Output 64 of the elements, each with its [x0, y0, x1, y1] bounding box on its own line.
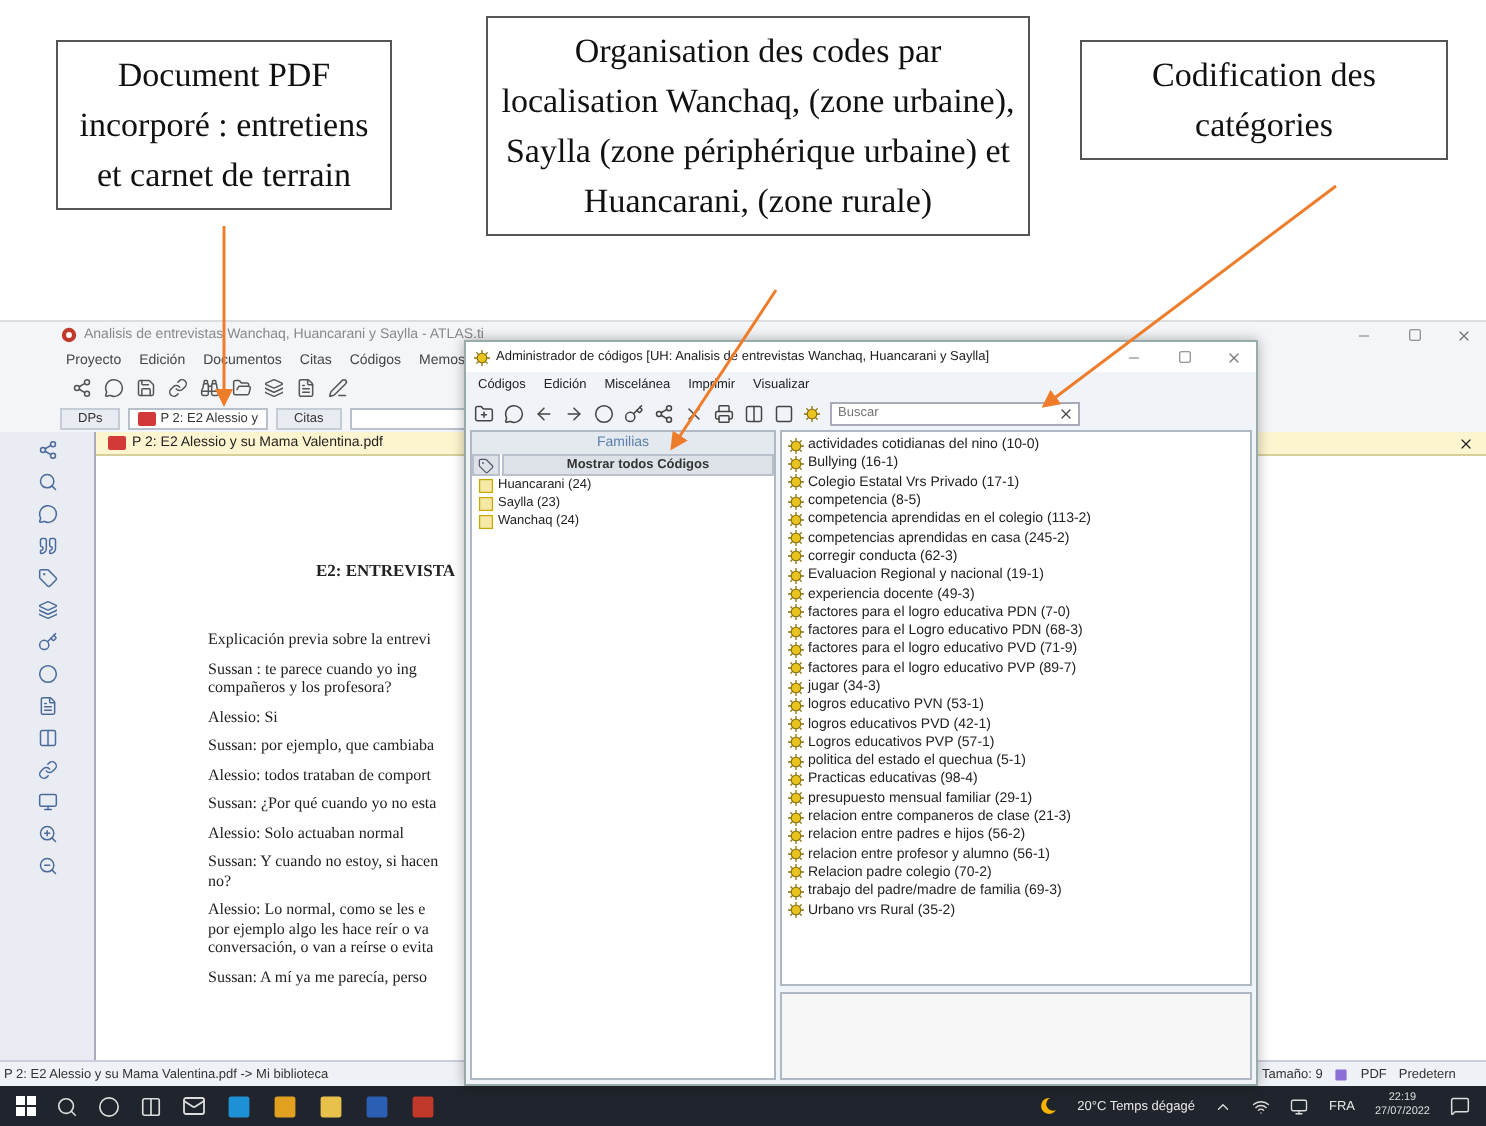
document-paragraph: Sussan: A mí ya me parecía, perso [208, 967, 428, 986]
folder-plus-icon[interactable] [474, 403, 494, 423]
sun-icon [804, 405, 820, 421]
document-paragraph: Alessio: Lo normal, como se les e por ejemplo algo les hace reír o va conversación, o van a reírse o evita [208, 900, 434, 957]
zoom-out-icon[interactable] [37, 856, 57, 876]
link-icon[interactable] [37, 760, 57, 780]
link-icon[interactable] [168, 378, 188, 398]
clear-icon[interactable] [1058, 405, 1074, 421]
columns-icon[interactable] [37, 728, 57, 748]
word-app-icon [364, 1093, 390, 1119]
key-icon[interactable] [37, 632, 57, 652]
arrow-left-icon[interactable] [534, 403, 554, 423]
binoculars-icon[interactable] [200, 378, 220, 398]
network-icon[interactable] [654, 403, 674, 423]
save-icon[interactable] [136, 378, 156, 398]
speech-bubble-icon[interactable] [504, 403, 524, 423]
maximize-icon[interactable] [1407, 328, 1421, 342]
moon-icon [1037, 1096, 1058, 1116]
pdf-icon [108, 436, 126, 450]
mail-icon[interactable] [182, 1094, 206, 1118]
tag-icon[interactable] [478, 457, 494, 473]
monitor-icon[interactable] [1290, 1097, 1309, 1115]
web-app-icon [272, 1093, 298, 1119]
layers-icon[interactable] [264, 378, 284, 398]
document-paragraph: Alessio: todos trataban de comport [208, 765, 432, 784]
printer-icon[interactable] [714, 403, 734, 423]
windows-logo-icon[interactable] [16, 1096, 36, 1116]
document-paragraph: Sussan : te parece cuando yo ing compañeros y los profesora? [208, 659, 417, 697]
annotation-callout: Codification des catégories [1080, 40, 1448, 160]
arrow-right-icon[interactable] [564, 403, 584, 423]
document-heading: E2: ENTREVISTA [316, 560, 456, 580]
speech-bubble-icon[interactable] [37, 504, 57, 524]
zoom-in-icon[interactable] [37, 824, 57, 844]
comment-field[interactable] [780, 992, 1252, 1080]
tag-button[interactable] [472, 454, 500, 476]
maximize-icon[interactable] [1177, 350, 1191, 364]
document-icon[interactable] [37, 696, 57, 716]
sun-icon [474, 349, 490, 365]
document-paragraph: Alessio: Solo actuaban normal [208, 823, 404, 842]
document-icon[interactable] [296, 378, 316, 398]
columns-icon[interactable] [744, 403, 764, 423]
document-paragraph: Sussan: Y cuando no estoy, si hacen no? [208, 852, 439, 890]
document-paragraph: Sussan: ¿Por qué cuando yo no esta [208, 794, 437, 813]
close-icon[interactable] [1458, 435, 1474, 451]
document-paragraph: Alessio: Si [208, 707, 278, 726]
notification-icon[interactable] [1450, 1096, 1470, 1116]
app-logo-icon [60, 326, 78, 344]
annotation-callout: Document PDF incorporé : entretiens et carnet de terrain [56, 40, 392, 210]
delete-icon[interactable] [684, 403, 704, 423]
pen-icon[interactable] [328, 378, 348, 398]
tag-icon[interactable] [37, 568, 57, 588]
taskbar-app-icon [410, 1093, 436, 1119]
key-icon[interactable] [624, 403, 644, 423]
quote-icon[interactable] [37, 536, 57, 556]
square-icon[interactable] [774, 403, 794, 423]
document-paragraph: Sussan: por ejemplo, que cambiaba [208, 736, 435, 755]
layers-icon[interactable] [37, 600, 57, 620]
network-icon[interactable] [1252, 1097, 1271, 1115]
task-view-icon[interactable] [140, 1095, 162, 1117]
share-icon[interactable] [72, 378, 92, 398]
browser-app-icon [226, 1093, 252, 1119]
annotation-callout: Organisation des codes par localisation Wanchaq, (zone urbaine), Saylla (zone périphérique urbaine) et Huancarani, (zone rurale) [486, 16, 1030, 236]
document-paragraph: Explicación previa sobre la entrevi [208, 630, 432, 649]
speech-bubble-icon[interactable] [104, 378, 124, 398]
